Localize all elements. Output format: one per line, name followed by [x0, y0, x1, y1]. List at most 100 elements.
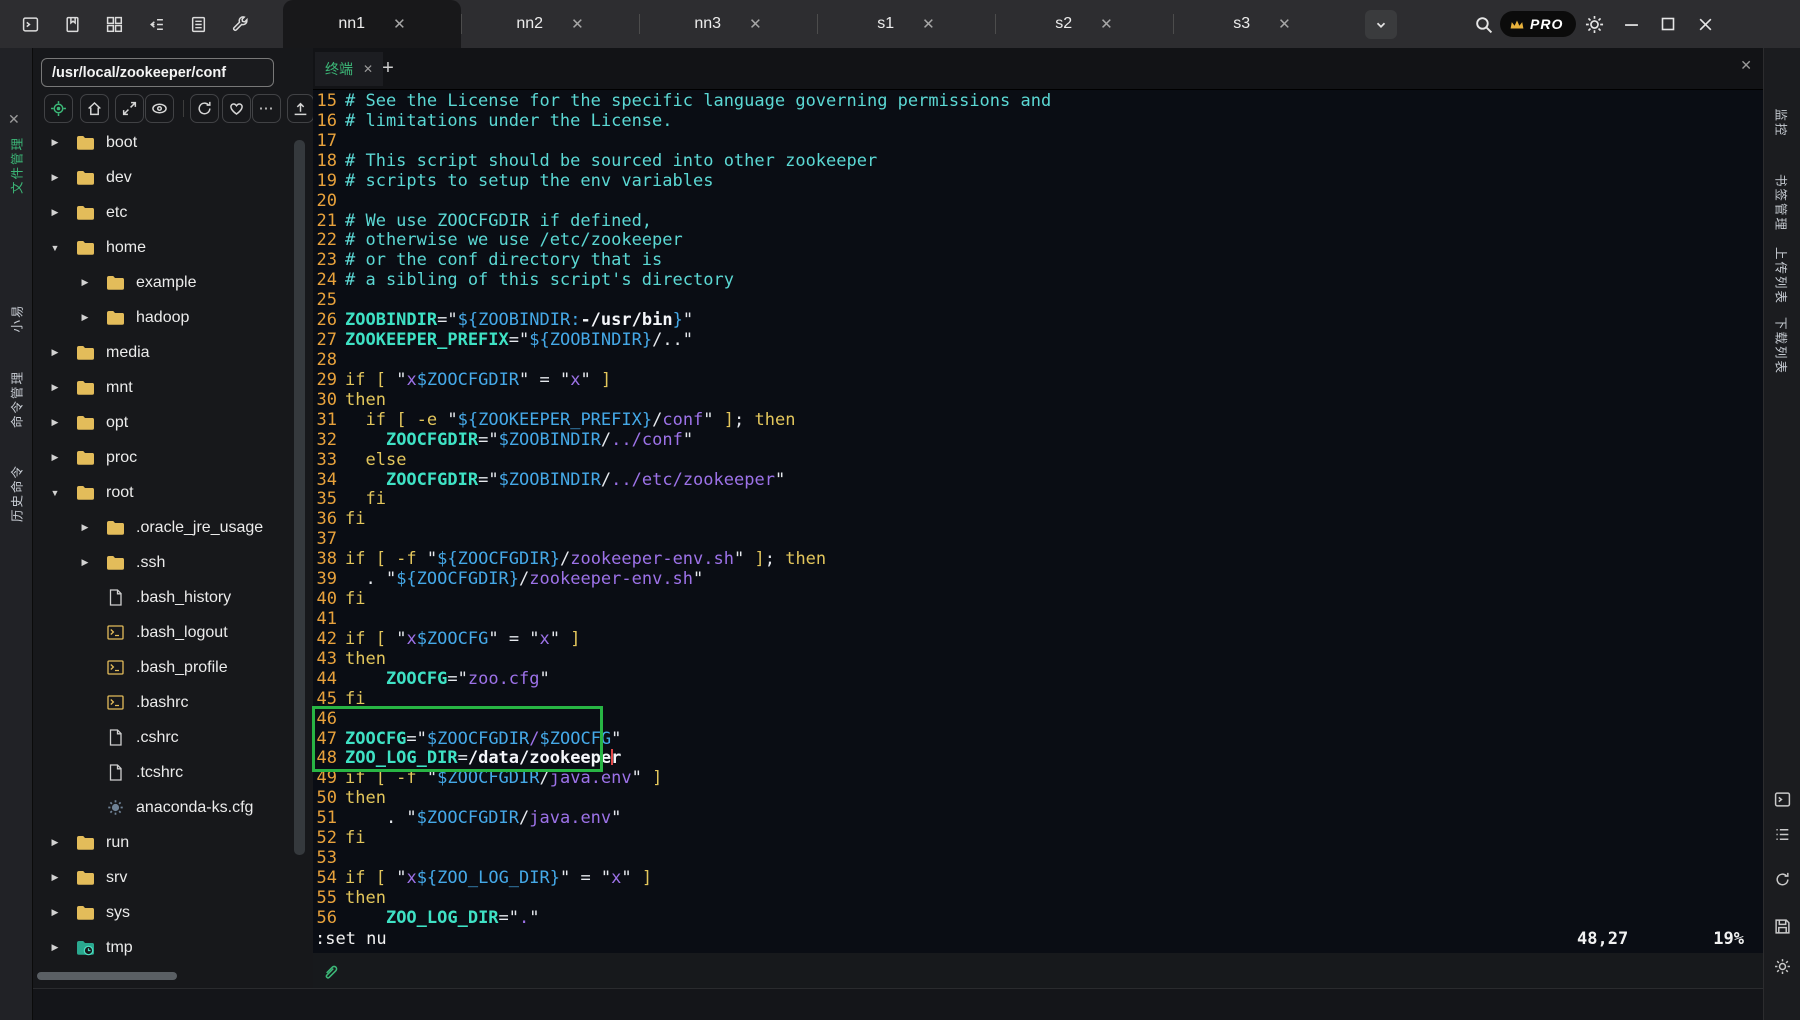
search-button[interactable] [1470, 0, 1496, 48]
tree-item[interactable]: ▶ boot [33, 125, 297, 160]
tab-list-dropdown-button[interactable] [1365, 10, 1397, 39]
path-input[interactable]: /usr/local/zookeeper/conf [41, 58, 274, 87]
tree-item[interactable]: ▶ mnt [33, 370, 297, 405]
chevron-right-icon[interactable]: ▶ [77, 522, 93, 533]
file-tree[interactable]: ▶ boot ▶ dev ▶ etc ▼ home ▶ example ▶ ha… [33, 125, 297, 965]
right-strip-tab-下载列表[interactable]: 下载列表 [1773, 317, 1792, 375]
maximize-button[interactable] [1657, 0, 1679, 48]
tree-item[interactable]: ▶ srv [33, 860, 297, 895]
right-strip-tab-监控[interactable]: 监控 [1773, 108, 1792, 137]
chevron-right-icon[interactable]: ▶ [47, 137, 63, 148]
left-strip-tab-文件管理[interactable]: 文件管理 [7, 136, 26, 194]
tree-item[interactable]: ▶ media [33, 335, 297, 370]
left-strip-tab-历史命令[interactable]: 历史命令 [7, 464, 26, 522]
close-window-button[interactable] [1694, 0, 1716, 48]
tree-item[interactable]: .bash_logout [33, 615, 297, 650]
paperclip-icon[interactable] [320, 961, 339, 980]
folder-icon [75, 415, 95, 430]
session-file-button[interactable] [56, 8, 88, 40]
gear-button[interactable] [1773, 957, 1791, 975]
session-tab-s1[interactable]: s1 ✕ [817, 0, 995, 48]
close-tab-icon[interactable]: ✕ [393, 15, 406, 33]
close-tab-icon[interactable]: ✕ [1278, 15, 1291, 33]
tree-item[interactable]: ▶ etc [33, 195, 297, 230]
tree-item[interactable]: ▶ hadoop [33, 300, 297, 335]
chevron-down-icon[interactable]: ▼ [47, 488, 63, 498]
save-button[interactable] [1773, 917, 1791, 935]
list-button[interactable] [1773, 825, 1791, 843]
close-tab-icon[interactable]: ✕ [571, 15, 584, 33]
left-strip-tab-小易[interactable]: 小易 [7, 303, 26, 332]
upload-button[interactable] [287, 94, 314, 123]
session-tab-nn2[interactable]: nn2 ✕ [461, 0, 639, 48]
layout-grid-button[interactable] [98, 8, 130, 40]
tree-item[interactable]: ▶ opt [33, 405, 297, 440]
chevron-right-icon[interactable]: ▶ [47, 452, 63, 463]
minimize-button[interactable] [1620, 0, 1642, 48]
close-tab-icon[interactable]: ✕ [1100, 15, 1113, 33]
chevron-right-icon[interactable]: ▶ [47, 872, 63, 883]
chevron-right-icon[interactable]: ▶ [47, 382, 63, 393]
chevron-right-icon[interactable]: ▶ [47, 417, 63, 428]
right-strip-tab-上传列表[interactable]: 上传列表 [1773, 247, 1792, 305]
tree-item[interactable]: ▼ root [33, 475, 297, 510]
close-tab-icon[interactable]: ✕ [749, 15, 762, 33]
tree-item[interactable]: .bash_history [33, 580, 297, 615]
refresh-button[interactable] [190, 94, 219, 123]
pro-badge[interactable]: PRO [1500, 0, 1576, 48]
tree-item[interactable]: .tcshrc [33, 755, 297, 790]
chevron-down-icon[interactable]: ▼ [47, 243, 63, 253]
heart-button[interactable] [222, 94, 251, 123]
vim-editor[interactable]: 15# See the License for the specific lan… [313, 90, 1764, 953]
chevron-right-icon[interactable]: ▶ [77, 277, 93, 288]
chevron-right-icon[interactable]: ▶ [47, 207, 63, 218]
tree-item[interactable]: ▶ .ssh [33, 545, 297, 580]
session-tab-nn3[interactable]: nn3 ✕ [639, 0, 817, 48]
terminal-tab[interactable]: 终端 ✕ [315, 52, 383, 86]
chevron-right-icon[interactable]: ▶ [47, 907, 63, 918]
home-button[interactable] [80, 94, 109, 123]
chevron-right-icon[interactable]: ▶ [47, 942, 63, 953]
tree-horizontal-scrollbar[interactable] [37, 972, 177, 980]
fit-arrows-button[interactable] [115, 94, 144, 123]
close-terminal-icon[interactable]: ✕ [363, 62, 373, 76]
collapse-panel-button[interactable]: ✕ [8, 112, 20, 126]
chevron-right-icon[interactable]: ▶ [47, 347, 63, 358]
session-tab-s2[interactable]: s2 ✕ [995, 0, 1173, 48]
right-strip-tab-书签管理[interactable]: 书签管理 [1773, 174, 1792, 232]
server-list-button[interactable] [182, 8, 214, 40]
tree-item[interactable]: ▶ proc [33, 440, 297, 475]
tree-item[interactable]: ▶ sys [33, 895, 297, 930]
chevron-right-icon[interactable]: ▶ [47, 837, 63, 848]
terminal-button[interactable] [14, 8, 46, 40]
close-tab-icon[interactable]: ✕ [922, 15, 935, 33]
chevron-right-icon[interactable]: ▶ [47, 172, 63, 183]
code-line: 24# a sibling of this script's directory [313, 271, 1764, 291]
ellipsis-button[interactable]: ⋯ [252, 94, 281, 123]
terminal-button[interactable] [1773, 790, 1791, 808]
chevron-right-icon[interactable]: ▶ [77, 312, 93, 323]
wrench-button[interactable] [224, 8, 256, 40]
refresh-button[interactable] [1773, 870, 1791, 888]
tree-item[interactable]: ▶ tmp [33, 930, 297, 965]
tree-item[interactable]: ▶ .oracle_jre_usage [33, 510, 297, 545]
tree-item[interactable]: ▼ home [33, 230, 297, 265]
tree-item[interactable]: anaconda-ks.cfg [33, 790, 297, 825]
sidebar-tree-button[interactable] [140, 8, 172, 40]
settings-button[interactable] [1583, 0, 1605, 48]
tree-vertical-scrollbar[interactable] [294, 140, 305, 855]
tree-item[interactable]: ▶ example [33, 265, 297, 300]
eye-button[interactable] [145, 94, 174, 123]
left-strip-tab-命令管理[interactable]: 命令管理 [7, 370, 26, 428]
session-tab-nn1[interactable]: nn1 ✕ [283, 0, 461, 48]
tree-item[interactable]: ▶ run [33, 825, 297, 860]
chevron-right-icon[interactable]: ▶ [77, 557, 93, 568]
tree-item[interactable]: .bash_profile [33, 650, 297, 685]
tree-item[interactable]: .bashrc [33, 685, 297, 720]
session-tab-s3[interactable]: s3 ✕ [1173, 0, 1351, 48]
tree-item[interactable]: ▶ dev [33, 160, 297, 195]
new-terminal-button[interactable]: + [375, 55, 401, 81]
locate-button[interactable] [44, 94, 73, 123]
close-terminal-area-button[interactable]: ✕ [1740, 57, 1752, 74]
tree-item[interactable]: .cshrc [33, 720, 297, 755]
